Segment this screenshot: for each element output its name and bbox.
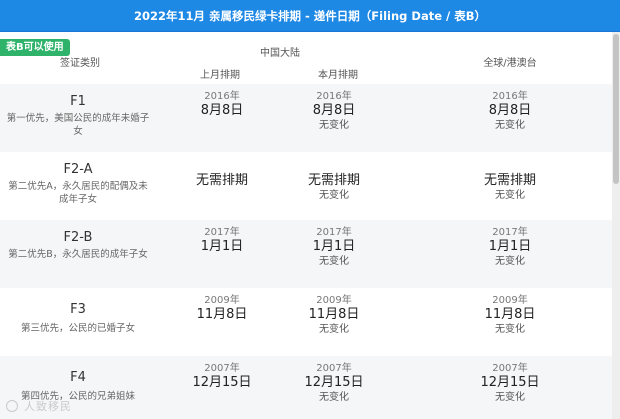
global-cell: 2009年 11月8日 无变化 bbox=[440, 294, 580, 337]
page-title-text: 2022年11月 亲属移民绿卡排期 - 递件日期（Filing Date / 表… bbox=[134, 8, 486, 23]
year-text: 2017年 bbox=[316, 227, 352, 238]
header-prev-schedule: 上月排期 bbox=[200, 70, 240, 81]
category-code: F2-B bbox=[63, 230, 93, 245]
change-text: 无变化 bbox=[495, 256, 525, 267]
category-desc: 第二优先B，永久居民的成年子女 bbox=[8, 249, 148, 260]
date-text: 12月15日 bbox=[304, 375, 364, 390]
header-group-china: 中国大陆 bbox=[260, 48, 300, 59]
header-global: 全球/港澳台 bbox=[483, 58, 537, 69]
category-code: F4 bbox=[70, 370, 86, 385]
curr-schedule-cell: 2007年 12月15日 无变化 bbox=[264, 362, 404, 405]
category-desc: 第一优先，美国公民的成年未婚子女 bbox=[6, 113, 150, 137]
year-text: 2016年 bbox=[492, 91, 528, 102]
year-text: 2009年 bbox=[316, 295, 352, 306]
date-text: 8月8日 bbox=[488, 103, 532, 118]
year-text: 2007年 bbox=[316, 363, 352, 374]
date-text: 11月8日 bbox=[308, 307, 360, 322]
global-cell: 2016年 8月8日 无变化 bbox=[440, 90, 580, 133]
visa-bulletin-page: 2022年11月 亲属移民绿卡排期 - 递件日期（Filing Date / 表… bbox=[0, 0, 620, 419]
scrollbar-thumb[interactable] bbox=[613, 34, 619, 184]
change-text: 无变化 bbox=[495, 392, 525, 403]
change-text: 无变化 bbox=[319, 120, 349, 131]
table-row: F2-B 第二优先B，永久居民的成年子女 2017年 1月1日 2017年 1月… bbox=[0, 220, 612, 288]
global-cell: 无需排期 无变化 bbox=[440, 173, 580, 203]
global-cell: 2007年 12月15日 无变化 bbox=[440, 362, 580, 405]
watermark-logo-icon bbox=[6, 400, 18, 412]
curr-schedule-cell: 2009年 11月8日 无变化 bbox=[264, 294, 404, 337]
category-desc: 第三优先，公民的已婚子女 bbox=[20, 323, 135, 334]
change-text: 无变化 bbox=[319, 256, 349, 267]
category-code: F3 bbox=[70, 302, 86, 317]
change-text: 无变化 bbox=[319, 324, 349, 335]
date-text: 无需排期 bbox=[483, 173, 536, 188]
date-text: 12月15日 bbox=[480, 375, 540, 390]
date-text: 8月8日 bbox=[312, 103, 356, 118]
watermark-text: 人致移民 bbox=[24, 400, 72, 413]
date-text: 无需排期 bbox=[307, 173, 360, 188]
year-text: 2007年 bbox=[492, 363, 528, 374]
change-text: 无变化 bbox=[495, 190, 525, 201]
header-category: 签证类别 bbox=[60, 58, 100, 69]
table-row: F2-A 第二优先A，永久居民的配偶及未成年子女 无需排期 无需排期 无变化 无… bbox=[0, 152, 612, 220]
status-badge: 表B可以使用 bbox=[0, 39, 70, 56]
table-row: F1 第一优先，美国公民的成年未婚子女 2016年 8月8日 2016年 8月8… bbox=[0, 84, 612, 152]
change-text: 无变化 bbox=[319, 392, 349, 403]
category-desc: 第二优先A，永久居民的配偶及未成年子女 bbox=[8, 181, 148, 205]
table-row: F3 第三优先，公民的已婚子女 2009年 11月8日 2009年 11月8日 … bbox=[0, 288, 612, 356]
curr-schedule-cell: 2017年 1月1日 无变化 bbox=[264, 226, 404, 269]
change-text: 无变化 bbox=[495, 324, 525, 335]
year-text: 2017年 bbox=[492, 227, 528, 238]
category-code: F1 bbox=[70, 94, 86, 109]
curr-schedule-cell: 无需排期 无变化 bbox=[264, 173, 404, 203]
page-title: 2022年11月 亲属移民绿卡排期 - 递件日期（Filing Date / 表… bbox=[0, 0, 620, 32]
date-text: 11月8日 bbox=[484, 307, 536, 322]
year-text: 2016年 bbox=[316, 91, 352, 102]
year-text: 2009年 bbox=[492, 295, 528, 306]
table-row: F4 第四优先，公民的兄弟姐妹 2007年 12月15日 2007年 12月15… bbox=[0, 356, 612, 419]
change-text: 无变化 bbox=[495, 120, 525, 131]
change-text: 无变化 bbox=[319, 190, 349, 201]
vertical-scrollbar[interactable] bbox=[612, 32, 620, 419]
date-text: 1月1日 bbox=[488, 239, 532, 254]
global-cell: 2017年 1月1日 无变化 bbox=[440, 226, 580, 269]
curr-schedule-cell: 2016年 8月8日 无变化 bbox=[264, 90, 404, 133]
category-code: F2-A bbox=[63, 162, 93, 177]
header-curr-schedule: 本月排期 bbox=[318, 70, 358, 81]
date-text: 1月1日 bbox=[312, 239, 356, 254]
